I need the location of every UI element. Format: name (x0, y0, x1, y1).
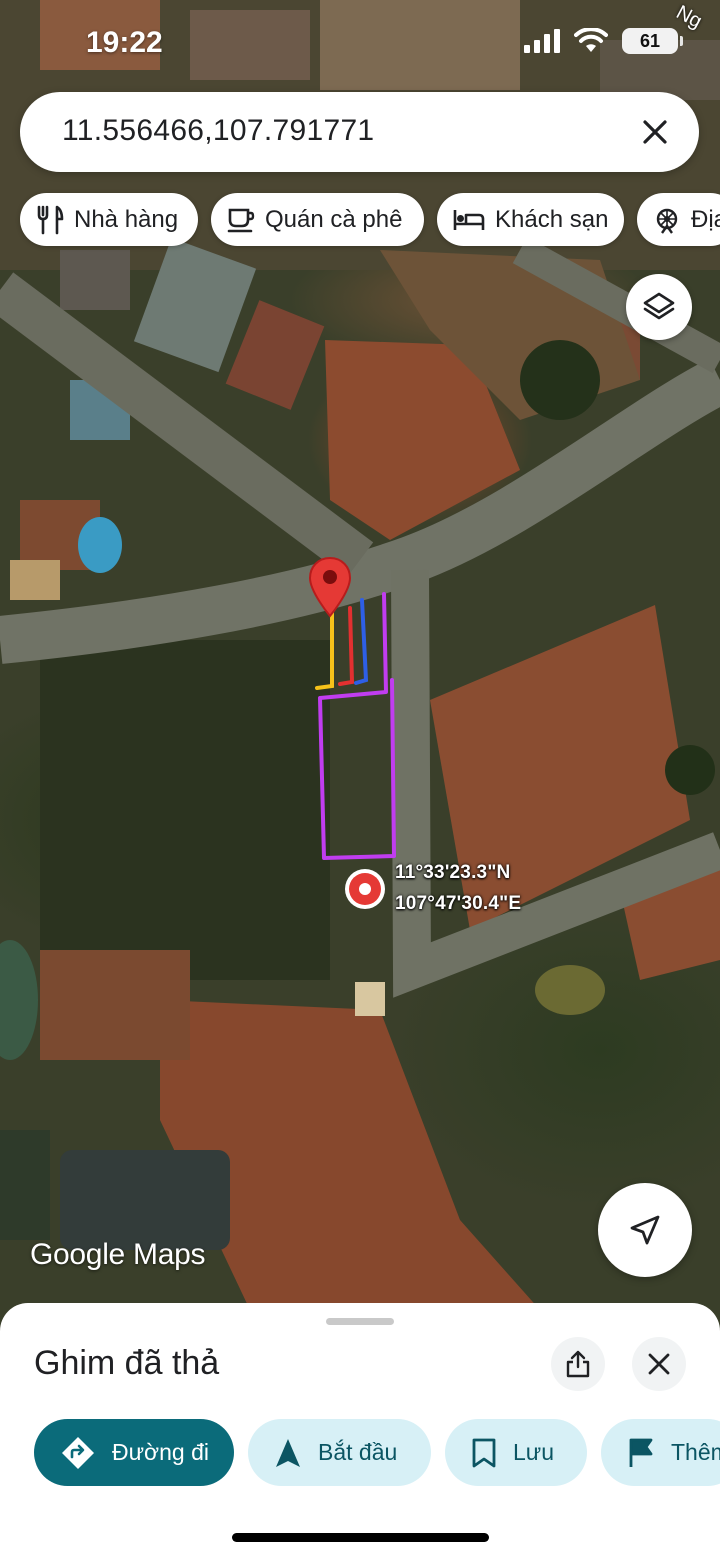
flag-icon (629, 1438, 653, 1467)
status-icons: 61 (524, 28, 683, 54)
start-button[interactable]: Bắt đầu (248, 1419, 431, 1486)
wifi-icon (574, 28, 608, 52)
save-button[interactable]: Lưu (445, 1419, 587, 1486)
chip-hotels[interactable]: Khách sạn (437, 193, 624, 246)
place-bottom-sheet[interactable]: Ghim đã thả Đường đi Bắt đầu Lưu Thê (0, 1303, 720, 1557)
more-label: Thêm (671, 1439, 720, 1465)
directions-label: Đường đi (112, 1439, 209, 1465)
more-button[interactable]: Thêm (601, 1419, 720, 1486)
sheet-title: Ghim đã thả (34, 1344, 220, 1382)
sheet-drag-handle[interactable] (326, 1318, 394, 1325)
chip-cafes[interactable]: Quán cà phê (211, 193, 424, 246)
battery-icon: 61 (622, 28, 683, 54)
chip-attractions[interactable]: Địa (637, 193, 720, 246)
google-maps-watermark: Google Maps (30, 1238, 205, 1272)
signal-icon (524, 29, 560, 53)
search-bar[interactable]: 11.556466,107.791771 (20, 92, 699, 172)
map-layers-button[interactable] (626, 274, 692, 340)
restaurant-icon (37, 205, 64, 234)
directions-icon (62, 1436, 94, 1469)
navigation-arrow-icon (630, 1215, 660, 1245)
dropped-pin-icon[interactable] (344, 868, 386, 912)
navigation-arrow-icon (276, 1438, 300, 1467)
attraction-icon (656, 208, 678, 234)
coordinate-longitude: 107°47'30.4"E (395, 893, 522, 914)
share-icon (566, 1350, 590, 1378)
start-label: Bắt đầu (318, 1439, 398, 1465)
directions-button[interactable]: Đường đi (34, 1419, 234, 1486)
hotel-icon (453, 209, 485, 230)
save-label: Lưu (513, 1439, 554, 1465)
my-location-button[interactable] (598, 1183, 692, 1277)
bookmark-icon (472, 1438, 496, 1467)
close-sheet-button[interactable] (632, 1337, 686, 1391)
search-query[interactable]: 11.556466,107.791771 (62, 114, 374, 148)
close-icon (643, 120, 667, 144)
share-button[interactable] (551, 1337, 605, 1391)
layers-icon (643, 292, 675, 320)
chip-label: Địa (691, 205, 720, 233)
chip-restaurants[interactable]: Nhà hàng (20, 193, 198, 246)
watermark-maps: Maps (133, 1238, 206, 1271)
coordinate-latitude: 11°33'23.3"N (395, 862, 511, 883)
chip-label: Nhà hàng (74, 205, 179, 233)
status-time: 19:22 (86, 26, 163, 59)
home-indicator[interactable] (232, 1533, 489, 1542)
battery-level: 61 (639, 30, 661, 51)
watermark-google: Google (30, 1238, 125, 1271)
close-icon (648, 1353, 670, 1375)
clear-search-button[interactable] (635, 112, 675, 152)
map-pin-icon[interactable] (308, 556, 352, 618)
chip-label: Quán cà phê (265, 205, 403, 233)
coffee-icon (227, 208, 255, 232)
chip-label: Khách sạn (495, 205, 609, 233)
